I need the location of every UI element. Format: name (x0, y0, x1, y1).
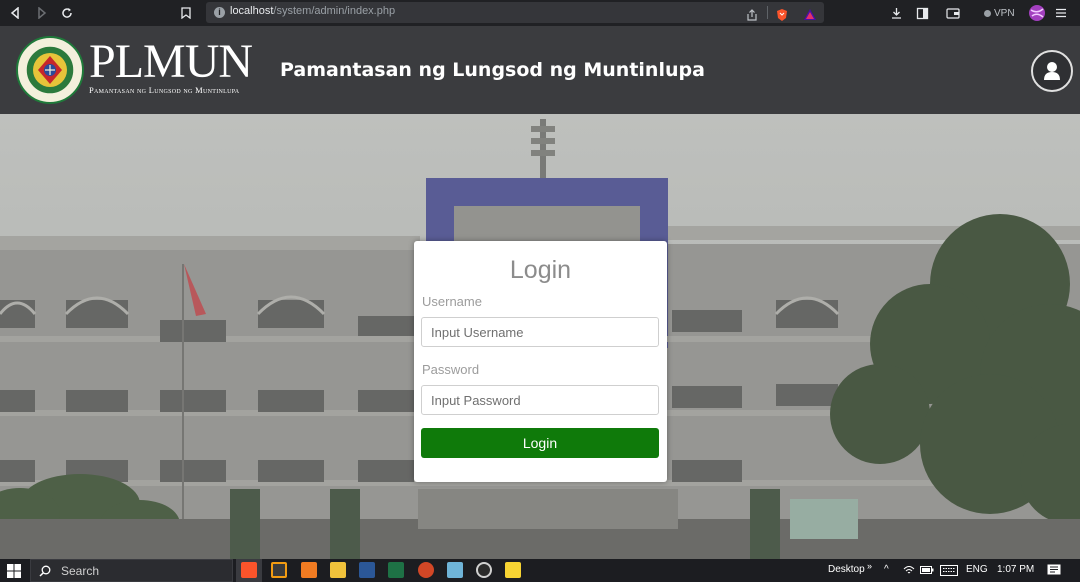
excel-icon[interactable] (388, 562, 404, 578)
url-host: localhost (230, 5, 274, 17)
obs-icon[interactable] (476, 562, 492, 578)
password-label: Password (422, 362, 480, 377)
vpn-toggle[interactable]: VPN (984, 4, 1015, 22)
desktop-toolbar-label[interactable]: Desktop (828, 564, 865, 575)
download-icon[interactable] (890, 4, 903, 22)
url-divider (767, 6, 768, 19)
vpn-icon (984, 9, 991, 17)
brave-shield-icon[interactable] (775, 6, 789, 24)
xampp-icon[interactable] (301, 562, 317, 578)
share-icon[interactable] (746, 6, 758, 24)
taskbar-search[interactable]: Search (30, 559, 233, 582)
password-input[interactable] (421, 385, 659, 415)
sidebar-icon[interactable] (916, 4, 929, 22)
info-icon[interactable]: i (214, 7, 225, 18)
login-title: Login (509, 256, 572, 284)
forward-icon[interactable] (33, 4, 51, 22)
sublime-text-icon[interactable] (271, 562, 287, 578)
windows-start-icon[interactable] (6, 563, 22, 579)
file-explorer-icon[interactable] (330, 562, 346, 578)
site-title: Pamantasan ng Lungsod ng Muntinlupa (280, 59, 705, 81)
browser-toolbar: i localhost/system/admin/index.php VPN (0, 0, 1080, 26)
language-indicator[interactable]: ENG (966, 564, 988, 575)
vpn-label: VPN (994, 7, 1015, 19)
wifi-icon[interactable] (903, 565, 915, 576)
search-label: Search (61, 564, 100, 578)
url-text[interactable]: localhost/system/admin/index.php (230, 5, 395, 17)
notepad-icon[interactable] (447, 562, 463, 578)
word-icon[interactable] (359, 562, 375, 578)
login-card: Login Username Password Login (414, 241, 667, 482)
brand-name: PLMUN (89, 35, 253, 88)
user-menu-button[interactable] (1031, 50, 1073, 92)
back-icon[interactable] (6, 4, 24, 22)
search-icon (39, 565, 51, 577)
keyboard-icon[interactable] (940, 565, 958, 576)
site-header: PLMUN Pamantasan ng Lungsod ng Muntinlup… (0, 26, 1080, 114)
url-path: /system/admin/index.php (273, 5, 396, 17)
clock[interactable]: 1:07 PM (997, 564, 1034, 575)
powerpoint-icon[interactable] (418, 562, 434, 578)
brave-rewards-icon[interactable] (803, 6, 817, 24)
login-button[interactable]: Login (421, 428, 659, 458)
menu-icon[interactable] (1055, 4, 1067, 22)
user-icon (1044, 62, 1060, 80)
taskbar: Search Desktop » ^ ENG 1:07 PM (0, 559, 1080, 582)
notifications-icon[interactable] (1047, 564, 1061, 577)
sticky-notes-icon[interactable] (505, 562, 521, 578)
brand-subtitle: Pamantasan ng Lungsod ng Muntinlupa (89, 85, 240, 95)
university-seal-icon (15, 36, 85, 104)
wallet-icon[interactable] (946, 4, 960, 22)
battery-icon[interactable] (920, 565, 934, 575)
chevron-up-icon[interactable]: ^ (884, 564, 889, 575)
toolbar-overflow-icon[interactable]: » (867, 561, 872, 571)
brave-icon[interactable] (241, 562, 257, 578)
username-label: Username (422, 294, 482, 309)
address-bar[interactable]: i localhost/system/admin/index.php (206, 2, 824, 23)
bookmark-icon[interactable] (177, 4, 195, 22)
reload-icon[interactable] (58, 4, 76, 22)
username-input[interactable] (421, 317, 659, 347)
profile-icon[interactable] (1028, 4, 1046, 22)
